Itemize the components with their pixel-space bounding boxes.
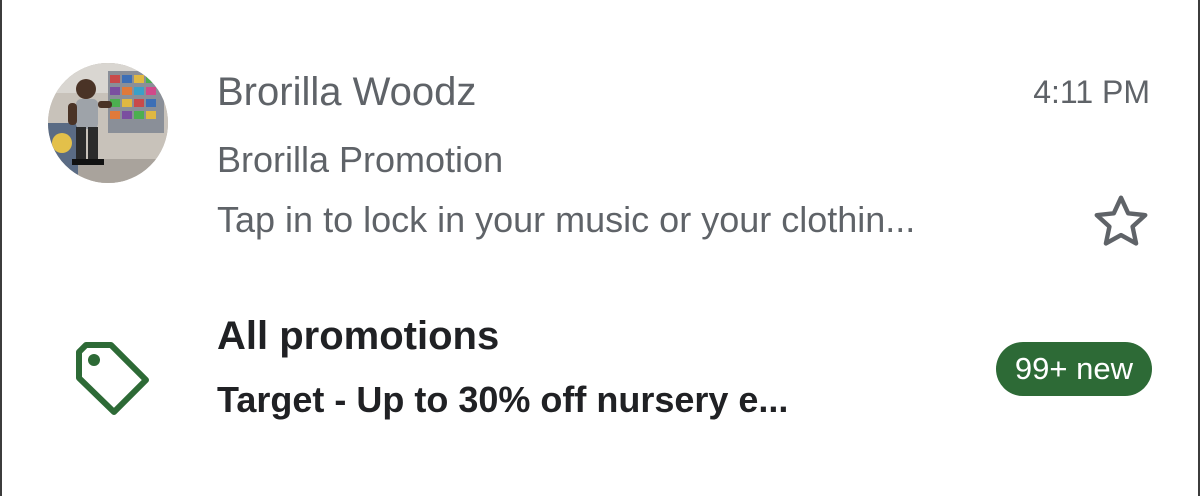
new-count-badge: 99+ new <box>995 342 1152 396</box>
star-icon[interactable] <box>1090 191 1152 253</box>
email-subject: Brorilla Promotion <box>217 139 504 180</box>
promotions-bundle[interactable]: All promotions Target - Up to 30% off nu… <box>0 280 1200 496</box>
sender-name: Brorilla Woodz <box>217 70 477 114</box>
received-time: 4:11 PM <box>1033 74 1150 110</box>
email-snippet: Tap in to lock in your music or your clo… <box>217 199 916 240</box>
promotions-title: All promotions <box>217 314 500 358</box>
tag-icon <box>66 330 152 416</box>
sender-avatar[interactable] <box>48 63 168 183</box>
promotions-snippet: Target - Up to 30% off nursery e... <box>217 379 789 420</box>
email-list-item[interactable]: Brorilla Woodz 4:11 PM Brorilla Promotio… <box>0 0 1200 280</box>
